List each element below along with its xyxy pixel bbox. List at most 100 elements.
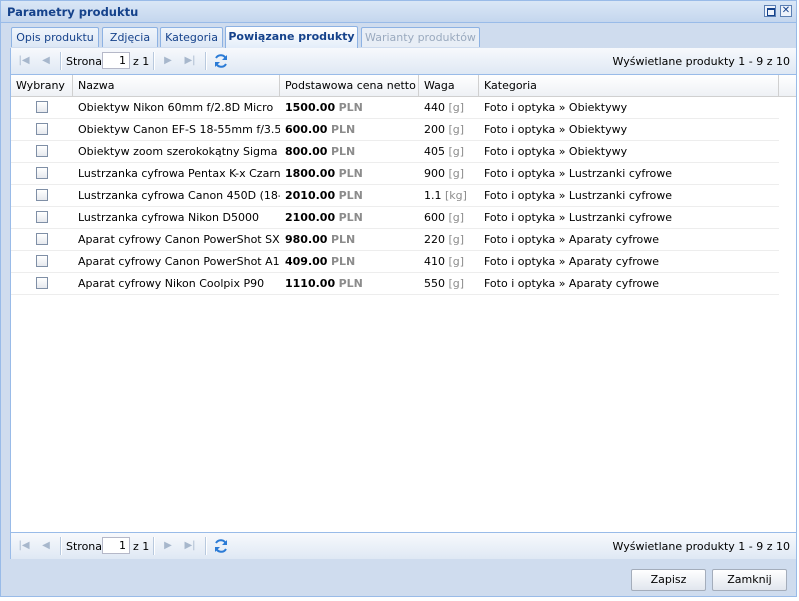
weight-value: 600: [424, 211, 445, 224]
close-button[interactable]: Zamknij: [712, 569, 787, 591]
category-cell: Foto i optyka » Aparaty cyfrowe: [484, 255, 659, 268]
name-cell: Lustrzanka cyfrowa Pentax K-x Czarny: [78, 167, 280, 180]
close-icon[interactable]: ✕: [780, 5, 792, 17]
table-row[interactable]: Aparat cyfrowy Canon PowerShot A1100 409.…: [11, 251, 779, 273]
grid-header: Wybrany Nazwa Podstawowa cena netto Waga…: [11, 75, 796, 97]
table-row[interactable]: Lustrzanka cyfrowa Nikon D5000 2100.00 PL…: [11, 207, 779, 229]
select-checkbox[interactable]: [36, 277, 48, 289]
currency-label: PLN: [338, 101, 363, 114]
name-cell: Obiektyw zoom szerokokątny Sigma 18-2: [78, 145, 280, 158]
table-row[interactable]: Aparat cyfrowy Nikon Coolpix P90 1110.00 …: [11, 273, 779, 295]
table-row[interactable]: Lustrzanka cyfrowa Canon 450D (18-55m 201…: [11, 185, 779, 207]
price-cell: 980.00 PLN: [280, 229, 419, 250]
price-value: 2010.00: [285, 189, 336, 202]
tab-category[interactable]: Kategoria: [160, 27, 223, 47]
column-weight[interactable]: Waga: [419, 75, 479, 96]
table-row[interactable]: Aparat cyfrowy Canon PowerShot SX200 980.…: [11, 229, 779, 251]
select-checkbox[interactable]: [36, 211, 48, 223]
name-cell: Aparat cyfrowy Canon PowerShot SX200: [78, 233, 280, 246]
selected-cell: [11, 251, 73, 272]
select-checkbox[interactable]: [36, 145, 48, 157]
category-cell: Foto i optyka » Lustrzanki cyfrowe: [484, 189, 673, 202]
price-value: 409.00: [285, 255, 328, 268]
page-label: Strona: [66, 540, 103, 553]
weight-unit: [g]: [448, 277, 465, 290]
first-page-icon[interactable]: |◀: [17, 539, 31, 553]
select-checkbox[interactable]: [36, 233, 48, 245]
last-page-icon[interactable]: ▶|: [183, 539, 197, 553]
refresh-icon[interactable]: [212, 537, 230, 555]
selected-cell: [11, 119, 73, 140]
select-checkbox[interactable]: [36, 123, 48, 135]
price-cell: 409.00 PLN: [280, 251, 419, 272]
weight-unit: [g]: [448, 145, 465, 158]
weight-unit: [g]: [448, 167, 465, 180]
currency-label: PLN: [330, 145, 356, 158]
select-checkbox[interactable]: [36, 101, 48, 113]
last-page-icon[interactable]: ▶|: [183, 54, 197, 68]
related-products-panel: |◀ ◀ Strona z 1 ▶ ▶| Wyświetlane produkt…: [10, 48, 797, 559]
paging-toolbar-top: |◀ ◀ Strona z 1 ▶ ▶| Wyświetlane produkt…: [11, 48, 796, 75]
weight-cell: 405 [g]: [419, 141, 479, 162]
page-number-input[interactable]: [102, 52, 130, 69]
select-checkbox[interactable]: [36, 255, 48, 267]
price-value: 600.00: [285, 123, 328, 136]
category-cell: Foto i optyka » Lustrzanki cyfrowe: [484, 211, 673, 224]
page-number-input[interactable]: [102, 537, 130, 554]
currency-label: PLN: [338, 167, 363, 180]
prev-page-icon[interactable]: ◀: [39, 539, 53, 553]
page-label: Strona: [66, 55, 103, 68]
currency-label: PLN: [338, 189, 363, 202]
next-page-icon[interactable]: ▶: [161, 54, 175, 68]
first-page-icon[interactable]: |◀: [17, 54, 31, 68]
table-row[interactable]: Obiektyw Nikon 60mm f/2.8D Micro 1500.00 …: [11, 97, 779, 119]
selected-cell: [11, 273, 73, 294]
tab-product-description[interactable]: Opis produktu: [11, 27, 99, 47]
select-checkbox[interactable]: [36, 167, 48, 179]
name-cell: Lustrzanka cyfrowa Canon 450D (18-55m: [78, 189, 280, 202]
category-cell: Foto i optyka » Aparaty cyfrowe: [484, 233, 659, 246]
refresh-icon[interactable]: [212, 52, 230, 70]
category-cell: Foto i optyka » Lustrzanki cyfrowe: [484, 167, 673, 180]
next-page-icon[interactable]: ▶: [161, 539, 175, 553]
save-button[interactable]: Zapisz: [631, 569, 706, 591]
weight-value: 440: [424, 101, 445, 114]
table-row[interactable]: Lustrzanka cyfrowa Pentax K-x Czarny 1800…: [11, 163, 779, 185]
weight-cell: 220 [g]: [419, 229, 479, 250]
column-category[interactable]: Kategoria: [479, 75, 779, 96]
price-cell: 1500.00 PLN: [280, 97, 419, 118]
tab-strip: Opis produktu Zdjęcia Kategoria Powiązan…: [10, 26, 797, 49]
paging-info: Wyświetlane produkty 1 - 9 z 10: [612, 540, 790, 553]
currency-label: PLN: [330, 255, 356, 268]
window-title: Parametry produktu: [7, 5, 139, 19]
weight-unit: [g]: [448, 101, 465, 114]
prev-page-icon[interactable]: ◀: [39, 54, 53, 68]
column-selected[interactable]: Wybrany: [11, 75, 73, 96]
weight-value: 1.1: [424, 189, 442, 202]
price-value: 1110.00: [285, 277, 336, 290]
toolbar-separator: [60, 537, 62, 555]
select-checkbox[interactable]: [36, 189, 48, 201]
weight-value: 550: [424, 277, 445, 290]
toolbar-separator: [153, 537, 155, 555]
table-row[interactable]: Obiektyw zoom szerokokątny Sigma 18-2 800…: [11, 141, 779, 163]
name-cell: Obiektyw Nikon 60mm f/2.8D Micro: [78, 101, 274, 114]
grid-body: Obiektyw Nikon 60mm f/2.8D Micro 1500.00 …: [11, 97, 779, 295]
tab-related-products[interactable]: Powiązane produkty: [225, 26, 358, 48]
selected-cell: [11, 185, 73, 206]
window-titlebar[interactable]: Parametry produktu ✕: [1, 1, 796, 23]
column-name[interactable]: Nazwa: [73, 75, 280, 96]
currency-label: PLN: [330, 233, 356, 246]
product-parameters-window: Parametry produktu ✕ Opis produktu Zdjęc…: [0, 0, 797, 597]
price-cell: 600.00 PLN: [280, 119, 419, 140]
currency-label: PLN: [338, 277, 363, 290]
price-value: 800.00: [285, 145, 328, 158]
weight-value: 410: [424, 255, 445, 268]
currency-label: PLN: [330, 123, 356, 136]
tab-product-variants: Warianty produktów: [361, 27, 480, 47]
maximize-icon[interactable]: [764, 5, 776, 17]
price-cell: 2100.00 PLN: [280, 207, 419, 228]
table-row[interactable]: Obiektyw Canon EF-S 18-55mm f/3.5-5.6600…: [11, 119, 779, 141]
column-base-net-price[interactable]: Podstawowa cena netto: [280, 75, 419, 96]
tab-photos[interactable]: Zdjęcia: [102, 27, 158, 47]
